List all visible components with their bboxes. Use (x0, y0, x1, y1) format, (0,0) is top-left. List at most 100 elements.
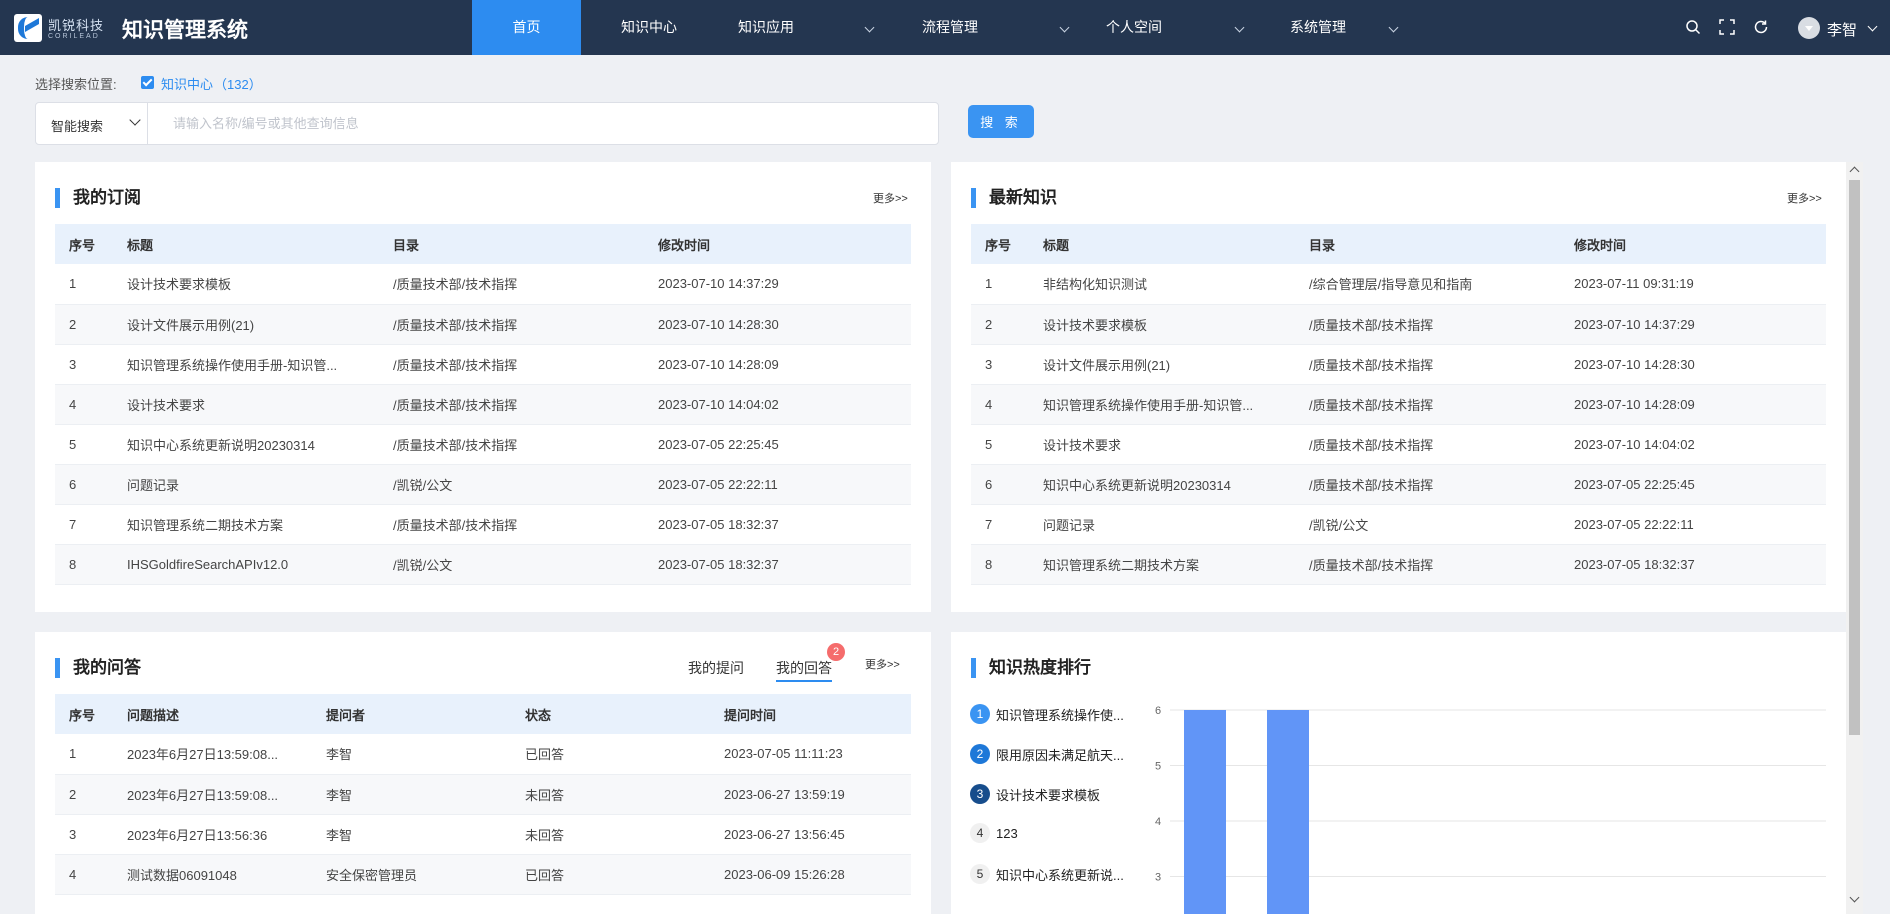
app-title: 知识管理系统 (122, 19, 248, 42)
title-link[interactable]: 知识管理系统操作使用手册-知识管... (1029, 384, 1295, 425)
rank-label: 限用原因未满足航天... (996, 747, 1124, 763)
col-header: 标题 (1029, 224, 1295, 264)
rank-label: 123 (996, 825, 1018, 841)
scope-option-label[interactable]: 知识中心 (161, 74, 213, 93)
search-mode-select[interactable]: 智能搜索 (36, 103, 148, 144)
nav-label: 流程管理 (922, 19, 978, 35)
scroll-up-icon[interactable] (1849, 166, 1860, 177)
title-link[interactable]: IHSGoldfireSearchAPIv12.0 (113, 544, 379, 585)
cell-time: 2023-07-05 22:22:11 (1560, 504, 1826, 545)
col-header: 提问者 (312, 694, 511, 734)
rank-number: 1 (970, 704, 990, 724)
panel-title: 最新知识 (971, 188, 1057, 208)
nav-system[interactable]: 系统管理 (1270, 0, 1420, 55)
cell-catalog: /质量技术部/技术指挥 (379, 304, 644, 345)
tab-my-answers[interactable]: 我的回答 (776, 658, 832, 682)
cell-index: 2 (55, 304, 113, 345)
title-link[interactable]: 知识中心系统更新说明20230314 (113, 424, 379, 465)
rank-item[interactable]: 2 限用原因未满足航天... (970, 744, 1136, 764)
col-header: 状态 (511, 694, 710, 734)
col-header: 标题 (113, 224, 379, 264)
nav-home[interactable]: 首页 (472, 0, 581, 55)
nav-label: 个人空间 (1106, 19, 1162, 35)
title-link[interactable]: 知识管理系统二期技术方案 (1029, 544, 1295, 585)
table-row: 5 知识中心系统更新说明20230314/质量技术部/技术指挥 2023-07-05… (55, 424, 911, 465)
logo-icon (14, 14, 42, 42)
scope-checkbox[interactable] (141, 76, 154, 89)
title-link[interactable]: 设计技术要求 (1029, 424, 1295, 465)
chart-bar[interactable] (1184, 710, 1226, 914)
table-row: 7 知识管理系统二期技术方案/质量技术部/技术指挥 2023-07-05 18:32… (55, 504, 911, 545)
title-link[interactable]: 设计技术要求模板 (1029, 304, 1295, 345)
refresh-icon[interactable] (1753, 19, 1769, 35)
chart-bar[interactable] (1267, 710, 1309, 914)
nav-personal[interactable]: 个人空间 (1086, 0, 1270, 55)
subscriptions-panel: 我的订阅 更多>> 序号 标题 目录 修改时间 1 设计技术要求模板/质量技术部/… (35, 162, 931, 612)
scrollbar-thumb[interactable] (1849, 180, 1860, 735)
nav-knowledge-app[interactable]: 知识应用 (717, 0, 902, 55)
question-link[interactable]: 2023年6月27日13:59:08... (113, 734, 312, 775)
rank-number: 5 (970, 864, 990, 884)
cell-index: 4 (971, 384, 1029, 425)
cell-index: 2 (971, 304, 1029, 345)
title-link[interactable]: 问题记录 (113, 464, 379, 505)
cell-index: 3 (55, 344, 113, 385)
cell-index: 3 (55, 814, 113, 855)
chevron-down-icon[interactable] (1867, 21, 1878, 32)
cell-catalog: /质量技术部/技术指挥 (1295, 544, 1560, 585)
cell-time: 2023-07-10 14:28:30 (644, 304, 911, 345)
nav-label: 知识应用 (738, 19, 794, 35)
rank-item[interactable]: 4 123 (970, 823, 1136, 843)
question-link[interactable]: 2023年6月27日13:59:08... (113, 774, 312, 815)
table-row: 3 知识管理系统操作使用手册-知识管.../质量技术部/技术指挥 2023-07-1… (55, 344, 911, 385)
more-link[interactable]: 更多>> (865, 656, 900, 672)
user-name[interactable]: 李智 (1827, 19, 1857, 40)
search-input[interactable] (149, 103, 937, 144)
question-link[interactable]: 2023年6月27日13:56:36 (113, 814, 312, 855)
scroll-down-icon[interactable] (1849, 892, 1860, 903)
latest-table: 序号 标题 目录 修改时间 1 非结构化知识测试/综合管理层/指导意见和指南 202… (971, 224, 1826, 585)
chevron-down-icon (1059, 22, 1070, 33)
cell-time: 2023-07-10 14:28:30 (1560, 344, 1826, 385)
title-link[interactable]: 知识管理系统二期技术方案 (113, 504, 379, 545)
title-link[interactable]: 设计文件展示用例(21) (1029, 344, 1295, 385)
rank-item[interactable]: 1 知识管理系统操作使... (970, 704, 1136, 724)
rank-number: 2 (970, 744, 990, 764)
table-row: 2 设计技术要求模板/质量技术部/技术指挥 2023-07-10 14:37:29 (971, 304, 1826, 345)
nav-process[interactable]: 流程管理 (902, 0, 1086, 55)
cell-catalog: /质量技术部/技术指挥 (1295, 424, 1560, 465)
nav-knowledge-center[interactable]: 知识中心 (581, 0, 717, 55)
title-link[interactable]: 知识管理系统操作使用手册-知识管... (113, 344, 379, 385)
cell-time: 2023-07-05 22:25:45 (1560, 464, 1826, 505)
more-link[interactable]: 更多>> (873, 190, 908, 206)
more-link[interactable]: 更多>> (1787, 190, 1822, 206)
question-link[interactable]: 测试数据06091048 (113, 854, 312, 895)
y-tick-label: 5 (1155, 761, 1161, 773)
title-link[interactable]: 设计文件展示用例(21) (113, 304, 379, 345)
page-scrollbar[interactable] (1846, 162, 1863, 914)
panel-title: 我的问答 (55, 658, 141, 678)
title-link[interactable]: 问题记录 (1029, 504, 1295, 545)
search-button[interactable]: 搜 索 (968, 105, 1034, 138)
subscriptions-table: 序号 标题 目录 修改时间 1 设计技术要求模板/质量技术部/技术指挥 2023-0… (55, 224, 911, 585)
y-tick-label: 3 (1155, 872, 1161, 884)
title-link[interactable]: 设计技术要求模板 (113, 264, 379, 305)
cell-time: 2023-07-10 14:37:29 (1560, 304, 1826, 345)
cell-status: 未回答 (511, 814, 710, 855)
title-link[interactable]: 非结构化知识测试 (1029, 264, 1295, 305)
fullscreen-icon[interactable] (1719, 19, 1735, 35)
table-row: 6 知识中心系统更新说明20230314/质量技术部/技术指挥 2023-07-05… (971, 464, 1826, 505)
cell-asker: 李智 (312, 734, 511, 775)
search-icon[interactable] (1685, 19, 1701, 35)
title-link[interactable]: 设计技术要求 (113, 384, 379, 425)
cell-asker: 安全保密管理员 (312, 854, 511, 895)
avatar[interactable] (1798, 17, 1820, 39)
rank-item[interactable]: 5 知识中心系统更新说... (970, 864, 1136, 884)
cell-catalog: /质量技术部/技术指挥 (1295, 304, 1560, 345)
cell-time: 2023-07-05 18:32:37 (644, 544, 911, 585)
brand-name: 凯锐科技 (48, 18, 105, 33)
title-link[interactable]: 知识中心系统更新说明20230314 (1029, 464, 1295, 505)
cell-time: 2023-07-11 09:31:19 (1560, 264, 1826, 305)
rank-item[interactable]: 3 设计技术要求模板 (970, 784, 1136, 804)
tab-my-questions[interactable]: 我的提问 (688, 658, 744, 678)
